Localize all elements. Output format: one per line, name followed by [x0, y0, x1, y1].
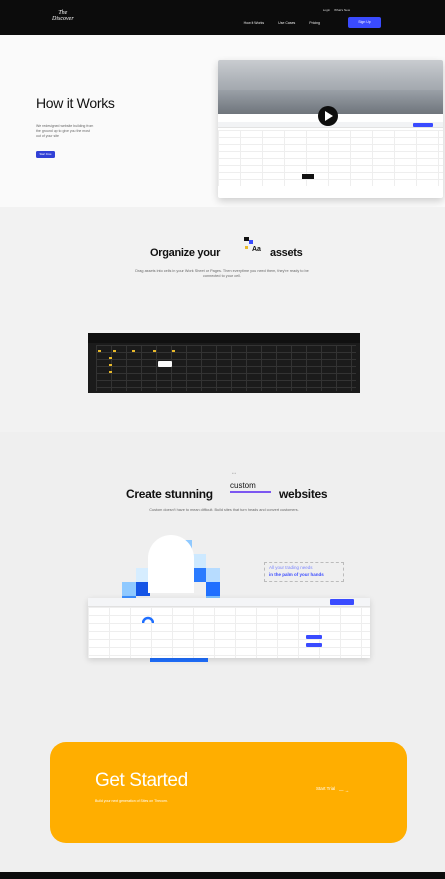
hero-description: We redesigned website building from the …	[36, 124, 94, 138]
footer-bar	[0, 872, 445, 879]
asset-chip	[109, 371, 112, 373]
organize-description: Drag assets into cells in your Work Shee…	[135, 269, 309, 279]
start-free-button[interactable]: Start Free	[36, 151, 55, 158]
trading-line-2: in the palm of your hands	[269, 572, 324, 577]
asset-chip	[98, 350, 101, 352]
asset-square-2	[249, 240, 253, 244]
builder-cell-button	[306, 643, 322, 647]
login-link[interactable]: Login	[323, 8, 330, 12]
organize-title-start: Organize your	[150, 247, 221, 259]
organize-title-end: assets	[270, 247, 303, 259]
custom-underline	[230, 491, 271, 493]
whats-new-link[interactable]: What's New	[334, 8, 350, 12]
top-links: Login What's New	[323, 8, 350, 12]
custom-word: custom	[230, 481, 256, 490]
builder-publish-button	[330, 599, 354, 605]
main-nav: How it Works Use Cases Pricing	[244, 21, 320, 25]
create-title-end: websites	[279, 487, 328, 501]
block	[206, 582, 220, 596]
asset-chip	[109, 364, 112, 366]
logo-line-2: Discover	[52, 16, 74, 22]
aa-glyph: Aa	[252, 246, 261, 253]
nav-pricing[interactable]: Pricing	[309, 21, 320, 25]
asset-chip	[172, 350, 175, 352]
hero-title: How it Works	[36, 95, 115, 111]
dark-worksheet-toolbar	[88, 333, 360, 343]
mock-dark-cell	[302, 174, 314, 179]
trading-text-box[interactable]: All your trading needs in the palm of yo…	[264, 562, 344, 582]
create-websites-section: Create stunning ▪ ▪ ▪ custom websites Cu…	[0, 432, 445, 722]
arrow-right-icon: — →	[339, 788, 350, 793]
trading-line-1: All your trading needs	[269, 565, 313, 570]
organize-assets-section: Organize your Aa assets Drag assets into…	[0, 207, 445, 432]
asset-chip	[153, 350, 156, 352]
website-builder-preview	[88, 598, 370, 658]
block	[192, 568, 206, 582]
page: The Discover Login What's New How it Wor…	[0, 0, 445, 879]
create-description: Custom doesn't have to mean difficult. B…	[149, 508, 299, 512]
sign-up-button[interactable]: Sign Up	[348, 17, 381, 28]
site-logo[interactable]: The Discover	[52, 10, 74, 22]
mock-publish-button	[413, 123, 433, 127]
top-navigation-bar: The Discover Login What's New How it Wor…	[0, 0, 445, 35]
dark-worksheet-cells	[96, 345, 356, 391]
block	[122, 582, 136, 596]
asset-chip	[113, 350, 116, 352]
custom-tag-label: ▪ ▪ ▪	[232, 472, 237, 475]
start-trial-link[interactable]: Start Trial	[316, 786, 335, 791]
builder-grid	[88, 607, 370, 658]
asset-chip	[109, 357, 112, 359]
arch-cutout	[148, 535, 194, 593]
create-title-start: Create stunning	[126, 487, 213, 501]
get-started-card: Get Started Build your next generation o…	[50, 742, 407, 843]
get-started-subtitle: Build your next generation of Sites on T…	[95, 799, 168, 803]
nav-how-it-works[interactable]: How it Works	[244, 21, 265, 25]
play-video-button[interactable]	[318, 106, 338, 126]
builder-cell-button	[306, 635, 322, 639]
block	[206, 568, 220, 582]
play-icon	[325, 111, 333, 121]
dark-worksheet-preview	[88, 333, 360, 393]
mock-worksheet-grid	[218, 130, 443, 186]
get-started-title: Get Started	[95, 770, 188, 791]
how-it-works-section: How it Works We redesigned website build…	[0, 35, 445, 207]
asset-square-3	[245, 246, 248, 249]
assets-graphic: Aa	[244, 237, 268, 257]
builder-toolbar	[88, 598, 370, 607]
dragged-asset-card[interactable]	[158, 361, 172, 367]
product-video-preview	[218, 60, 443, 198]
asset-chip	[132, 350, 135, 352]
arc-shape-icon	[142, 616, 154, 624]
nav-use-cases[interactable]: Use Cases	[278, 21, 295, 25]
organize-title: Organize your	[150, 247, 220, 259]
block	[192, 554, 206, 568]
